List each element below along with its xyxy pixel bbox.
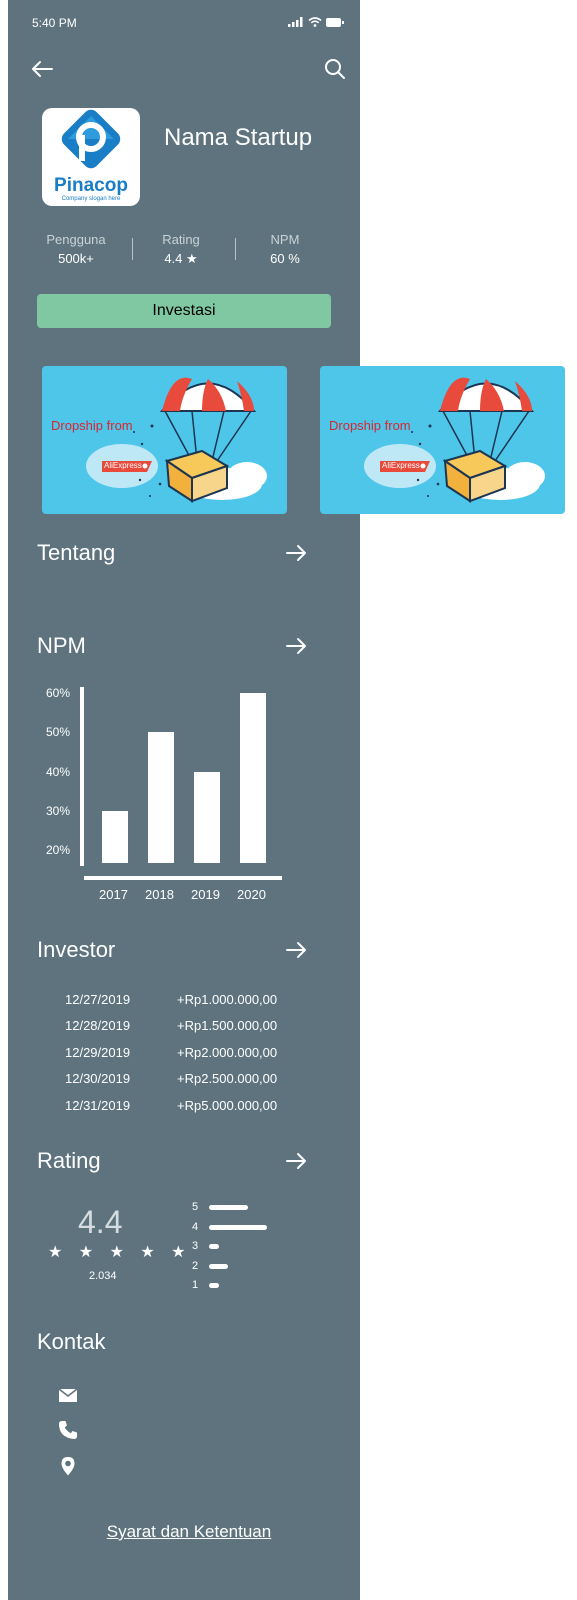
investor-amount: +Rp2.500.000,00: [177, 1071, 278, 1086]
rating-level-bar: [209, 1263, 229, 1269]
section-title-contact: Kontak: [37, 1329, 106, 1354]
chart-y-tick-label: 40%: [46, 764, 71, 779]
banner-tag: AliExpress: [104, 461, 142, 470]
pinacop-logo-icon: Pinacop Company slogan here: [54, 109, 128, 202]
about-arrow-icon[interactable]: [285, 542, 307, 564]
chart-y-tick-label: 60%: [46, 686, 71, 700]
location-pin-icon[interactable]: [58, 1456, 78, 1476]
rating-level-bar: [209, 1224, 267, 1230]
investor-date: 12/27/2019: [65, 992, 131, 1007]
chart-x-tick-label: 2020: [237, 887, 266, 902]
terms-link[interactable]: Syarat dan Ketentuan: [8, 1522, 370, 1542]
section-title-investor: Investor: [37, 937, 116, 962]
chart-x-tick-label: 2017: [99, 887, 128, 902]
investor-amount: +Rp2.000.000,00: [177, 1045, 278, 1060]
rating-count: 2.034: [89, 1270, 117, 1282]
stat-rating: Rating 4.4 ★: [131, 232, 231, 267]
search-icon[interactable]: [324, 58, 346, 80]
stat-users: Pengguna 500k+: [26, 232, 126, 266]
investor-row: 12/31/2019 +Rp5.000.000,00: [65, 1098, 305, 1113]
chart-x-tick-label: 2018: [145, 887, 174, 902]
section-title-about: Tentang: [37, 540, 116, 565]
investor-date: 12/29/2019: [65, 1045, 131, 1060]
status-time: 5:40 PM: [32, 16, 77, 30]
banner-tag: AliExpress: [382, 461, 420, 470]
invest-button[interactable]: Investasi: [37, 294, 331, 328]
promo-banner[interactable]: Dropship from AliExpress: [320, 366, 565, 514]
investor-amount: +Rp1.500.000,00: [177, 1018, 278, 1033]
investor-row: 12/28/2019 +Rp1.500.000,00: [65, 1018, 305, 1033]
rating-stars: ★ ★ ★ ★ ★: [48, 1244, 192, 1261]
stat-users-value: 500k+: [58, 251, 94, 266]
stat-rating-value: 4.4 ★: [164, 251, 198, 266]
parachute-box-illustration: [86, 377, 267, 503]
stat-rating-label: Rating: [162, 232, 200, 247]
section-title-rating: Rating: [37, 1148, 101, 1173]
back-arrow-icon[interactable]: [30, 59, 54, 79]
chart-x-tick-label: 2019: [191, 887, 220, 902]
chart-bar-2019: [194, 771, 220, 863]
investor-arrow-icon[interactable]: [285, 939, 307, 961]
mail-icon[interactable]: [58, 1385, 78, 1405]
npm-bar-chart: 20% 30% 40% 50% 60% 2017 2018 2019 2020: [8, 680, 360, 910]
investor-date: 12/28/2019: [65, 1018, 131, 1033]
logo-wordmark: Pinacop: [54, 175, 128, 196]
rating-score: 4.4: [78, 1204, 123, 1240]
wifi-icon: [308, 17, 322, 27]
rating-level-bar: [209, 1205, 248, 1210]
chart-y-tick-label: 30%: [46, 803, 71, 818]
banner-text: Dropship from: [51, 418, 133, 433]
phone-icon[interactable]: [58, 1420, 78, 1440]
signal-icon: [288, 17, 303, 27]
investor-row: 12/29/2019 +Rp2.000.000,00: [65, 1045, 305, 1060]
rating-level-label: 1: [192, 1279, 199, 1292]
rating-level-label: 2: [192, 1259, 199, 1272]
chart-bar-2017: [102, 810, 128, 863]
investor-row: 12/30/2019 +Rp2.500.000,00: [65, 1071, 305, 1086]
investor-amount: +Rp1.000.000,00: [177, 992, 278, 1007]
chart-bar-2020: [240, 693, 266, 863]
section-title-npm: NPM: [37, 633, 86, 658]
rating-level-label: 5: [192, 1201, 199, 1213]
investor-date: 12/30/2019: [65, 1071, 131, 1086]
stat-npm-value: 60 %: [270, 251, 300, 266]
stat-users-label: Pengguna: [46, 232, 106, 247]
rating-arrow-icon[interactable]: [285, 1150, 307, 1172]
npm-arrow-icon[interactable]: [285, 635, 307, 657]
investor-date: 12/31/2019: [65, 1098, 131, 1113]
app-screen: 5:40 PM Pinacop Company slogan here Nama…: [8, 0, 360, 1600]
stat-npm: NPM 60 %: [235, 232, 335, 266]
investor-row: 12/27/2019 +Rp1.000.000,00: [65, 992, 305, 1007]
rating-level-bar: [209, 1283, 219, 1289]
promo-banner[interactable]: Dropship from AliExpress: [42, 366, 287, 514]
app-title: Nama Startup: [164, 124, 313, 151]
app-logo: Pinacop Company slogan here: [42, 108, 140, 206]
chart-y-axis: [80, 687, 84, 866]
chart-x-axis: [84, 876, 282, 880]
parachute-box-illustration: [364, 377, 545, 503]
chart-y-tick-label: 20%: [46, 843, 71, 857]
banner-text: Dropship from: [329, 418, 411, 433]
rating-level-label: 4: [192, 1220, 199, 1233]
stat-npm-label: NPM: [270, 232, 300, 247]
rating-level-bar: [209, 1244, 219, 1250]
battery-icon: [326, 17, 344, 27]
chart-bar-2018: [148, 732, 174, 863]
chart-y-tick-label: 50%: [46, 725, 71, 740]
investor-amount: +Rp5.000.000,00: [177, 1098, 278, 1113]
status-icons: [288, 16, 344, 28]
rating-level-label: 3: [192, 1240, 199, 1253]
logo-slogan: Company slogan here: [62, 196, 121, 202]
